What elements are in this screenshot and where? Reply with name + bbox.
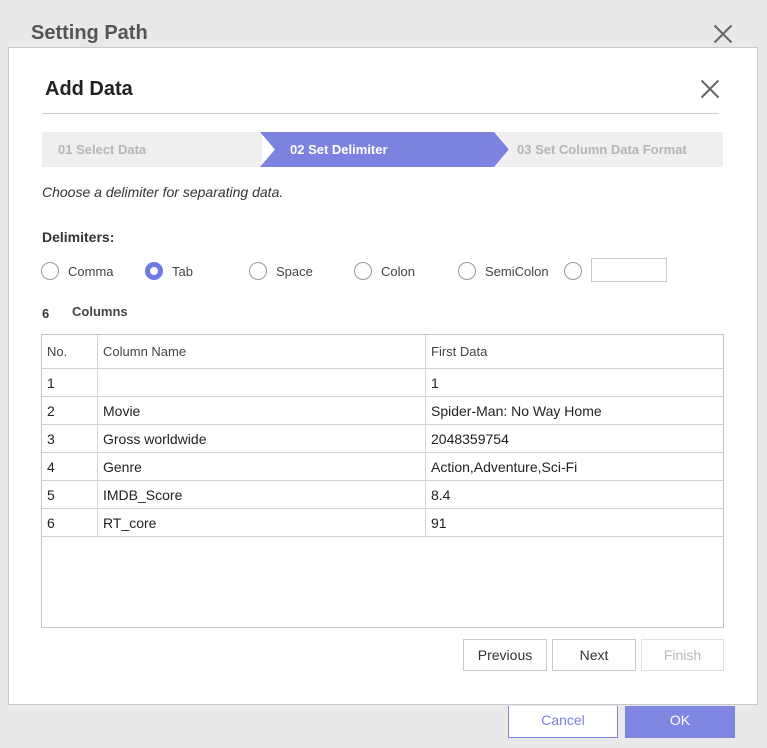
radio-circle-space[interactable] [249,262,267,280]
radio-semicolon[interactable]: SemiColon [458,260,549,282]
cell-no: 4 [42,452,98,481]
cell-column-name[interactable]: RT_core [97,508,426,537]
cell-no: 3 [42,424,98,453]
cell-first-data: Spider-Man: No Way Home [425,396,723,425]
cell-column-name[interactable]: IMDB_Score [97,480,426,509]
radio-circle-comma[interactable] [41,262,59,280]
outer-title: Setting Path [31,22,148,44]
table-row: 6 RT_core 91 [42,508,723,537]
radio-label-colon: Colon [381,263,415,279]
title-divider [42,113,719,114]
cell-first-data: 91 [425,508,723,537]
radio-circle-custom[interactable] [564,262,582,280]
table-row: 1 1 [42,368,723,397]
step-set-delimiter-active: 02 Set Delimiter [260,132,509,167]
radio-circle-tab[interactable] [145,262,163,280]
previous-button[interactable]: Previous [463,639,547,671]
next-button[interactable]: Next [552,639,636,671]
table-header-row: No. Column Name First Data [42,335,723,369]
radio-label-semicolon: SemiColon [485,263,549,279]
custom-delimiter-input[interactable] [591,258,667,282]
columns-label: Columns [72,304,128,319]
cell-column-name[interactable]: Gross worldwide [97,424,426,453]
instruction-text: Choose a delimiter for separating data. [42,184,284,200]
radio-custom[interactable] [564,260,582,282]
cell-no: 6 [42,508,98,537]
table-row: 3 Gross worldwide 2048359754 [42,424,723,453]
outer-close-icon[interactable] [712,23,734,45]
delimiter-radio-group: Comma Tab Space Colon SemiColon [41,258,741,282]
radio-label-comma: Comma [68,263,114,279]
cell-first-data: 1 [425,368,723,397]
step-indicator: 01 Select Data 03 Set Column Data Format… [42,132,723,167]
add-data-dialog: Add Data 01 Select Data 03 Set Column Da… [8,47,758,705]
radio-space[interactable]: Space [249,260,313,282]
cell-first-data: 8.4 [425,480,723,509]
cell-no: 1 [42,368,98,397]
header-first-data: First Data [425,335,723,369]
cell-column-name[interactable] [97,368,426,397]
table-row: 2 Movie Spider-Man: No Way Home [42,396,723,425]
radio-label-tab: Tab [172,263,193,279]
cell-no: 5 [42,480,98,509]
cell-first-data: Action,Adventure,Sci-Fi [425,452,723,481]
radio-label-space: Space [276,263,313,279]
cell-first-data: 2048359754 [425,424,723,453]
header-no: No. [42,335,98,369]
columns-table: No. Column Name First Data 1 1 2 Movie S… [42,335,723,537]
column-count: 6 [42,306,50,321]
radio-circle-colon[interactable] [354,262,372,280]
step-set-column-data-format: 03 Set Column Data Format [495,132,723,167]
ok-button[interactable]: OK [625,706,735,738]
radio-tab[interactable]: Tab [145,260,193,282]
table-row: 5 IMDB_Score 8.4 [42,480,723,509]
table-row: 4 Genre Action,Adventure,Sci-Fi [42,452,723,481]
radio-colon[interactable]: Colon [354,260,415,282]
radio-comma[interactable]: Comma [41,260,114,282]
cell-column-name[interactable]: Genre [97,452,426,481]
header-column-name: Column Name [97,335,426,369]
radio-circle-semicolon[interactable] [458,262,476,280]
step-select-data: 01 Select Data [42,132,262,167]
finish-button[interactable]: Finish [641,639,724,671]
cell-column-name[interactable]: Movie [97,396,426,425]
cell-no: 2 [42,396,98,425]
cancel-button[interactable]: Cancel [508,706,618,738]
columns-table-container: No. Column Name First Data 1 1 2 Movie S… [41,334,724,628]
dialog-close-icon[interactable] [699,78,721,100]
dialog-title: Add Data [45,78,133,100]
delimiters-label: Delimiters: [42,229,115,245]
